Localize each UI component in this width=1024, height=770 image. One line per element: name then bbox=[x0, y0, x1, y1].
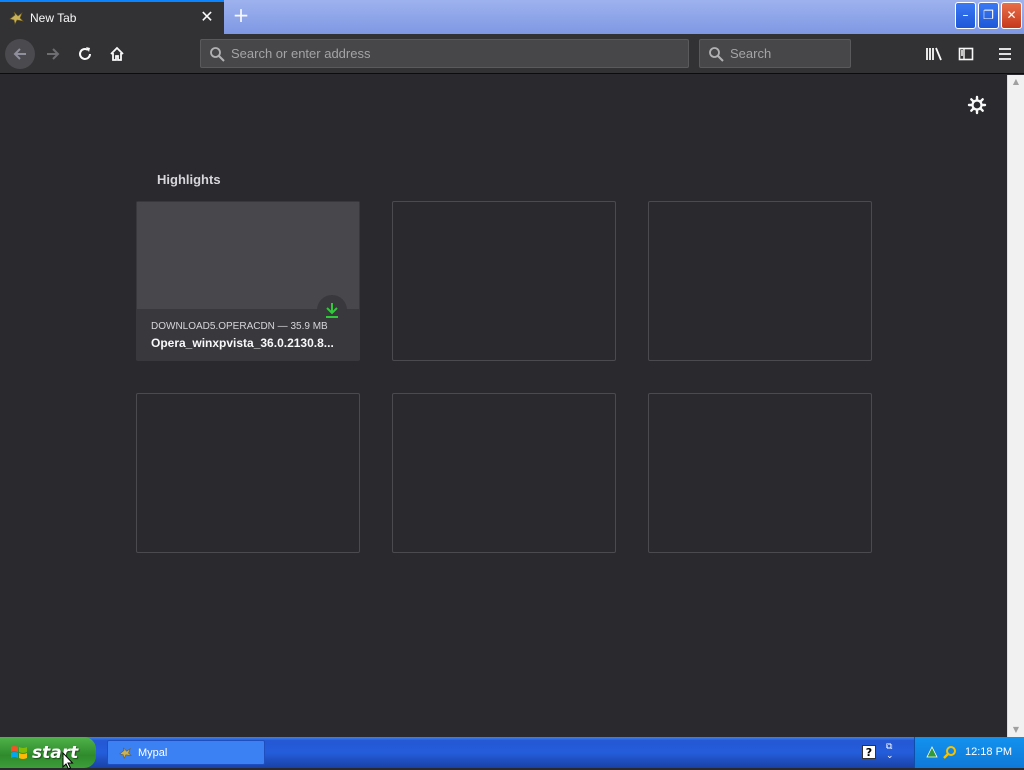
address-bar[interactable] bbox=[200, 39, 689, 68]
card-title: Opera_winxpvista_36.0.2130.8... bbox=[151, 336, 334, 350]
language-bar-restore-icon[interactable]: ⧉ ⌄ bbox=[886, 743, 894, 761]
search-icon bbox=[709, 47, 724, 62]
network-icon[interactable] bbox=[925, 745, 939, 759]
forward-button[interactable] bbox=[38, 39, 68, 69]
window-controls: – ❐ ✕ bbox=[955, 2, 1022, 32]
tab-strip: New Tab ✕ + – ❐ ✕ bbox=[0, 0, 1024, 34]
new-tab-page: Highlights DOWNLOAD5.OPERACDN — 35.9 MB … bbox=[0, 75, 1007, 737]
mouse-cursor-icon bbox=[62, 752, 74, 770]
search-input[interactable] bbox=[730, 40, 845, 67]
reload-button[interactable] bbox=[70, 39, 100, 69]
home-icon bbox=[110, 46, 124, 61]
tab-close-icon[interactable]: ✕ bbox=[198, 8, 216, 26]
new-tab-button[interactable]: + bbox=[230, 4, 252, 26]
home-button[interactable] bbox=[102, 39, 132, 69]
taskbar-item-label: Mypal bbox=[138, 746, 168, 759]
sidebar-icon bbox=[958, 47, 974, 61]
empty-highlight-slot bbox=[392, 201, 616, 361]
empty-highlight-slot bbox=[648, 393, 872, 553]
help-icon[interactable]: ? bbox=[862, 745, 876, 759]
library-button[interactable] bbox=[922, 42, 946, 66]
empty-highlight-slot bbox=[392, 393, 616, 553]
restore-button[interactable]: ❐ bbox=[978, 2, 999, 29]
system-tray: 12:18 PM bbox=[914, 737, 1024, 768]
card-preview bbox=[137, 202, 359, 309]
minimize-button[interactable]: – bbox=[955, 2, 976, 29]
sidebar-toggle-button[interactable] bbox=[954, 42, 978, 66]
highlight-card[interactable]: DOWNLOAD5.OPERACDN — 35.9 MB Opera_winxp… bbox=[136, 201, 360, 361]
gear-icon[interactable] bbox=[966, 94, 988, 116]
scroll-down-arrow-icon[interactable]: ▼ bbox=[1008, 723, 1024, 737]
address-input[interactable] bbox=[231, 40, 681, 67]
empty-highlight-slot bbox=[648, 201, 872, 361]
download-icon bbox=[326, 303, 338, 318]
back-button[interactable] bbox=[5, 39, 35, 69]
mypal-favicon-icon bbox=[9, 11, 24, 25]
clock: 12:18 PM bbox=[965, 746, 1013, 758]
start-button[interactable]: start bbox=[0, 737, 96, 768]
card-context: DOWNLOAD5.OPERACDN — 35.9 MB bbox=[151, 321, 328, 332]
highlights-heading: Highlights bbox=[157, 172, 221, 187]
library-icon bbox=[926, 47, 942, 61]
forward-arrow-icon bbox=[47, 48, 60, 60]
search-icon bbox=[210, 47, 225, 62]
close-window-button[interactable]: ✕ bbox=[1001, 2, 1022, 29]
taskbar-item-mypal[interactable]: Mypal bbox=[107, 740, 265, 765]
hamburger-menu-icon bbox=[999, 48, 1011, 60]
reload-icon bbox=[79, 47, 91, 60]
navigation-toolbar bbox=[0, 34, 1024, 74]
scroll-up-arrow-icon[interactable]: ▲ bbox=[1008, 75, 1024, 89]
mypal-favicon-icon bbox=[119, 747, 132, 759]
search-bar[interactable] bbox=[699, 39, 851, 68]
empty-highlight-slot bbox=[136, 393, 360, 553]
vertical-scrollbar[interactable]: ▲ ▼ bbox=[1007, 75, 1024, 737]
tab-title: New Tab bbox=[30, 11, 77, 25]
windows-logo-icon bbox=[11, 745, 27, 759]
menu-button[interactable] bbox=[993, 42, 1017, 66]
tab-new-tab[interactable]: New Tab ✕ bbox=[0, 0, 224, 34]
taskbar: start Mypal ? ⧉ ⌄ 12:18 PM bbox=[0, 737, 1024, 768]
search-tray-icon[interactable] bbox=[943, 745, 957, 759]
back-arrow-icon bbox=[13, 48, 26, 60]
